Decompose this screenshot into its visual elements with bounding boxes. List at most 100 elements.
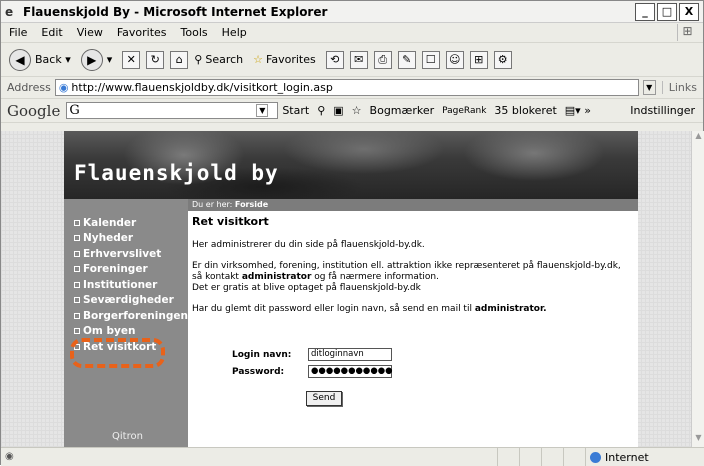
bullet-icon [74, 219, 80, 226]
nav-item-kalender[interactable]: Kalender [74, 215, 188, 231]
title-bar: e Flauenskjold By - Microsoft Internet E… [1, 1, 703, 23]
login-row: Login navn: ditloginnavn [232, 347, 392, 362]
google-news-icon[interactable]: ▣ [333, 104, 343, 117]
menu-favorites[interactable]: Favorites [117, 26, 167, 39]
intro-text: Her administrerer du din side på flauens… [192, 240, 425, 250]
nav-item-institutioner[interactable]: Institutioner [74, 277, 188, 293]
edit-icon[interactable]: ✎ [397, 50, 416, 69]
nav-item-erhvervslivet[interactable]: Erhvervslivet [74, 246, 188, 262]
address-bar: Address ◉ http://www.flauenskjoldby.dk/v… [1, 77, 703, 99]
history-icon[interactable]: ⟲ [325, 50, 344, 69]
globe-icon [590, 451, 601, 463]
discuss-icon[interactable]: ☐ [421, 50, 440, 69]
page-status-icon: ◉ [5, 451, 14, 462]
scroll-down-icon[interactable]: ▼ [692, 433, 704, 447]
favorites-button[interactable]: ☆ Favorites [253, 53, 316, 66]
stop-icon[interactable]: ✕ [122, 50, 141, 69]
search-icon: ⚲ [194, 53, 203, 66]
menu-tools[interactable]: Tools [181, 26, 208, 39]
google-query: G [69, 103, 80, 118]
login-input[interactable]: ditloginnavn [308, 348, 392, 361]
vertical-scrollbar[interactable]: ▲ ▼ [691, 131, 704, 447]
page-heading: Ret visitkort [192, 215, 269, 228]
nav-item-foreninger[interactable]: Foreninger [74, 262, 188, 278]
administrator-link[interactable]: administrator [242, 272, 312, 282]
address-url: http://www.flauenskjoldby.dk/visitkort_l… [71, 81, 333, 94]
info-line-2-pre: så kontakt [192, 272, 239, 282]
bullet-icon [74, 297, 80, 304]
menu-bar: File Edit View Favorites Tools Help ⊞ [1, 23, 703, 43]
refresh-icon[interactable]: ↻ [146, 50, 165, 69]
star-bookmarks-icon: ☆ [351, 104, 362, 117]
google-toolbar: Google G ▼ Start ⚲ ▣ ☆ Bogmærker PageRan… [1, 99, 703, 123]
status-cell [519, 448, 541, 466]
nav-label: Om byen [83, 325, 136, 338]
links-label[interactable]: Links [661, 81, 703, 94]
forward-button[interactable]: ▶ ▾ [80, 48, 112, 71]
bullet-icon [74, 328, 80, 335]
status-cell [563, 448, 585, 466]
google-logo: Google [7, 101, 61, 120]
google-dropdown-icon[interactable]: ▼ [256, 104, 269, 117]
address-input[interactable]: ◉ http://www.flauenskjoldby.dk/visitkort… [54, 79, 639, 96]
menu-file[interactable]: File [9, 26, 27, 39]
print-icon[interactable]: ⎙ [373, 50, 392, 69]
menu-edit[interactable]: Edit [41, 26, 62, 39]
forgot-paragraph: Har du glemt dit password eller login na… [192, 304, 632, 315]
info-line-3: Det er gratis at blive optaget på flauen… [192, 283, 421, 293]
google-blocked[interactable]: 35 blokeret [494, 104, 556, 117]
itron-logo[interactable]: Qitron [112, 431, 143, 442]
breadcrumb-current[interactable]: Forside [235, 200, 268, 209]
main-content: Ret visitkort Her administrerer du din s… [192, 215, 632, 325]
google-search-input[interactable]: G ▼ [66, 102, 279, 119]
sidebar-nav: Kalender Nyheder Erhvervslivet Foreninge… [74, 215, 188, 355]
page-icon: ◉ [58, 81, 69, 94]
password-row: Password: ●●●●●●●●●●● [232, 364, 393, 379]
back-button[interactable]: ◀ Back ▾ [9, 48, 71, 71]
forgot-text: Har du glemt dit password eller login na… [192, 304, 472, 314]
menu-help[interactable]: Help [222, 26, 247, 39]
google-start[interactable]: Start [282, 104, 309, 117]
address-dropdown-icon[interactable]: ▼ [642, 80, 656, 95]
google-pagerank[interactable]: PageRank [442, 106, 486, 116]
minimize-button[interactable]: _ [635, 2, 655, 21]
messenger-icon[interactable]: ☺ [445, 50, 464, 69]
bullet-icon [74, 250, 80, 257]
google-search-icon[interactable]: ⚲ [317, 104, 325, 117]
nav-item-sevaerdigheder[interactable]: Seværdigheder [74, 293, 188, 309]
breadcrumb: Du er her: Forside [188, 199, 638, 211]
status-cell [541, 448, 563, 466]
scroll-up-icon[interactable]: ▲ [692, 131, 704, 145]
mail-icon[interactable]: ✉ [349, 50, 368, 69]
nav-item-nyheder[interactable]: Nyheder [74, 231, 188, 247]
status-bar: ◉ Internet [1, 447, 704, 466]
search-button[interactable]: ⚲ Search [194, 53, 243, 66]
nav-item-borgerforeningen[interactable]: Borgerforeningen [74, 308, 188, 324]
extra-icon[interactable]: ⚙ [493, 50, 512, 69]
google-bookmarks[interactable]: Bogmærker [370, 104, 435, 117]
search-label: Search [205, 53, 244, 66]
google-options-icon[interactable]: ▤▾ » [565, 104, 591, 117]
home-icon[interactable]: ⌂ [170, 50, 189, 69]
menu-view[interactable]: View [77, 26, 103, 39]
password-input[interactable]: ●●●●●●●●●●● [308, 365, 393, 378]
zone-label: Internet [605, 450, 649, 464]
send-button[interactable]: Send [306, 391, 342, 406]
security-zone: Internet [585, 448, 704, 466]
login-form: Login navn: ditloginnavn Password: ●●●●●… [232, 347, 393, 381]
maximize-button[interactable]: □ [657, 2, 677, 21]
nav-item-om-byen[interactable]: Om byen [74, 324, 188, 340]
highlight-annotation [70, 338, 165, 368]
site-container: Flauenskjold by Du er her: Forside Kalen… [64, 131, 638, 447]
ie-logo-icon: e [5, 4, 14, 19]
nav-label: Institutioner [83, 278, 158, 291]
login-label: Login navn: [232, 349, 292, 360]
administrator-mail-link[interactable]: administrator. [475, 304, 547, 314]
breadcrumb-prefix: Du er her: [192, 200, 233, 209]
google-settings[interactable]: Indstillinger [630, 104, 695, 117]
close-button[interactable]: X [679, 2, 699, 21]
research-icon[interactable]: ⊞ [469, 50, 488, 69]
forward-arrow-icon: ▶ [80, 48, 103, 71]
star-icon: ☆ [253, 53, 264, 66]
nav-label: Borgerforeningen [83, 309, 188, 322]
